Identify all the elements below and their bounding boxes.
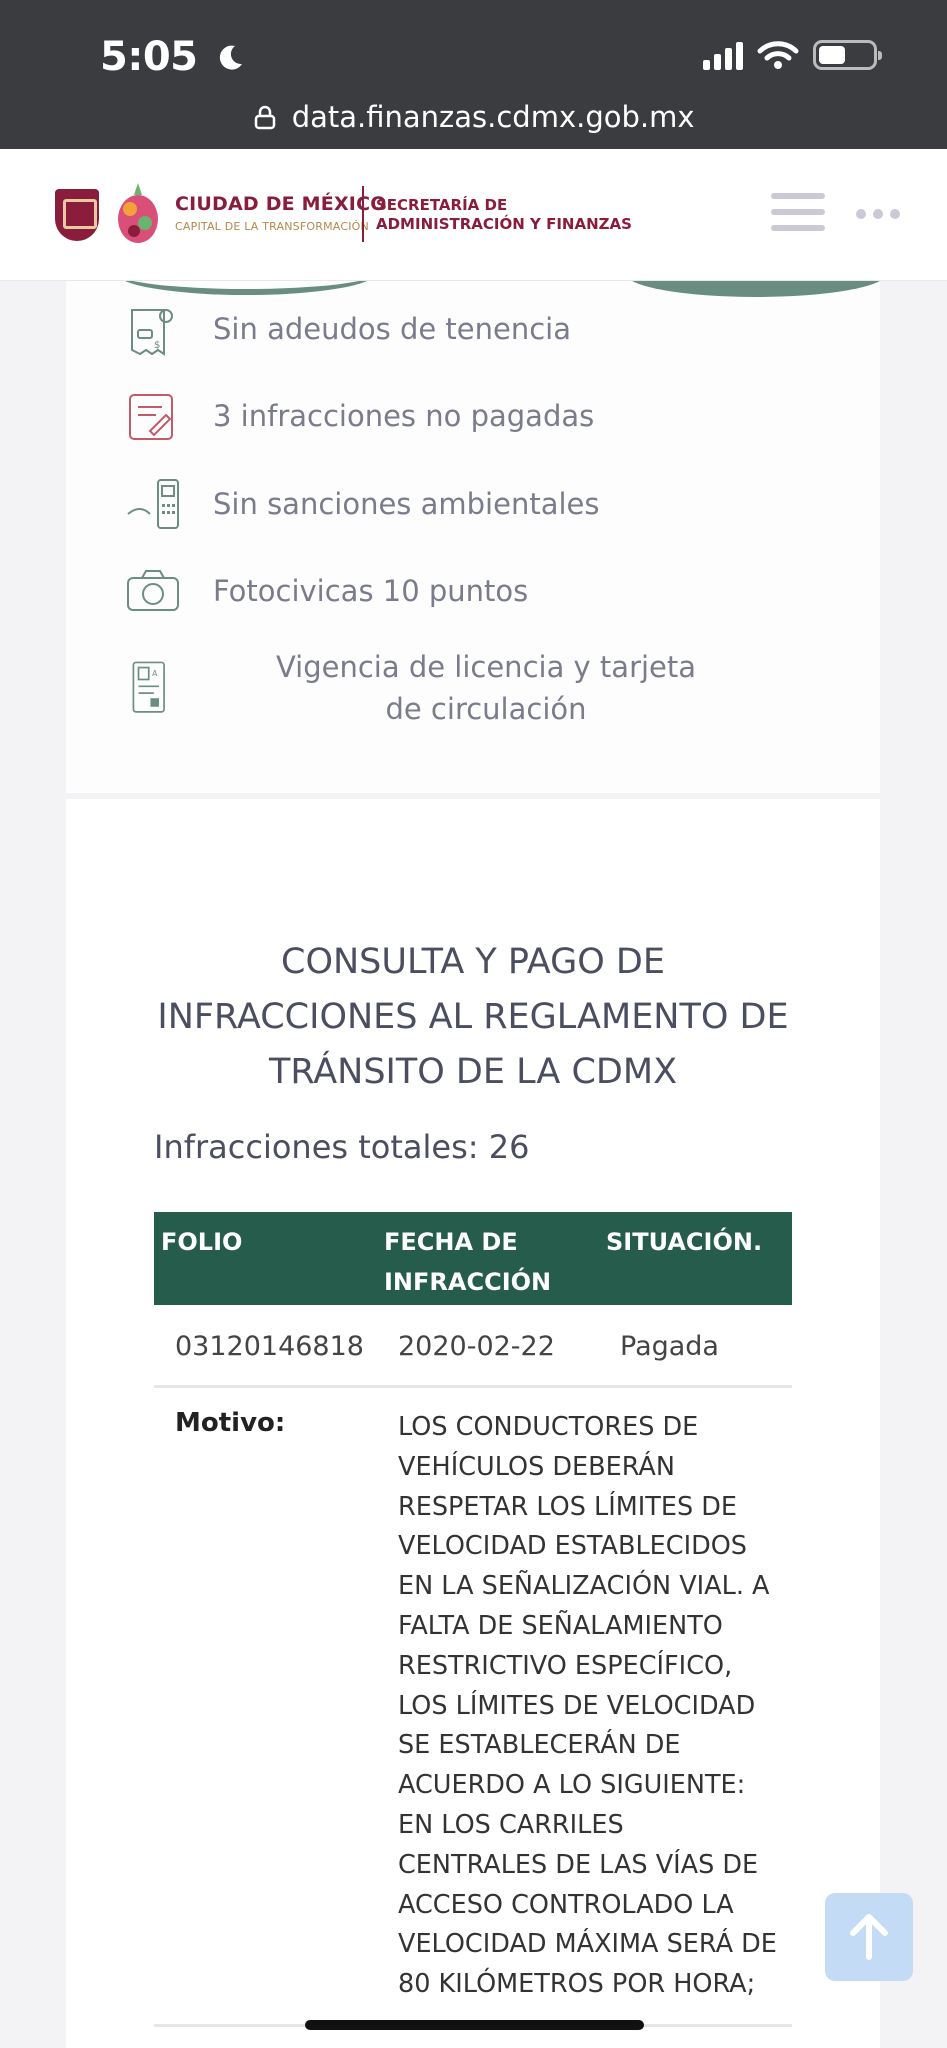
status-time: 5:05 bbox=[100, 34, 245, 80]
header-fecha-line-2: INFRACCIÓN bbox=[384, 1268, 552, 1296]
arrow-up-icon bbox=[850, 1914, 888, 1960]
wifi-icon bbox=[757, 41, 799, 69]
cell-folio: 03120146818 bbox=[175, 1331, 364, 1362]
time-text: 5:05 bbox=[100, 34, 198, 80]
cdmx-flower-logo-icon[interactable] bbox=[112, 179, 164, 249]
table-row[interactable]: 03120146818 2020-02-22 Pagada bbox=[154, 1305, 792, 1388]
lock-icon bbox=[255, 105, 276, 130]
feature-label: 3 infracciones no pagadas bbox=[213, 399, 595, 433]
camera-icon bbox=[127, 570, 179, 611]
cell-fecha: 2020-02-22 bbox=[398, 1331, 555, 1362]
signal-icon bbox=[703, 40, 743, 70]
motivo-label: Motivo: bbox=[175, 1408, 286, 1438]
hamburger-menu-icon[interactable] bbox=[771, 193, 825, 241]
home-indicator[interactable] bbox=[305, 2020, 644, 2030]
logo-divider-line bbox=[362, 186, 364, 242]
vehicle-summary-card: $ Sin adeudos de tenencia 3 infracciones… bbox=[66, 251, 886, 793]
battery-icon bbox=[813, 40, 882, 70]
header-folio: FOLIO bbox=[161, 1228, 243, 1256]
scroll-to-top-button[interactable] bbox=[825, 1893, 913, 1981]
feature-label: Sin sanciones ambientales bbox=[213, 487, 600, 521]
receipt-car-icon: $ bbox=[131, 309, 173, 356]
secretaria-logo[interactable]: SECRETARÍA DE ADMINISTRACIÓN Y FINANZAS bbox=[376, 196, 632, 234]
license-card-icon: A bbox=[132, 661, 165, 713]
url-text: data.finanzas.cdmx.gob.mx bbox=[291, 100, 695, 134]
header-fecha-line-1: FECHA DE bbox=[384, 1228, 518, 1256]
moon-icon bbox=[219, 45, 242, 70]
secretaria-line-1: SECRETARÍA DE bbox=[376, 196, 508, 214]
status-icons bbox=[703, 40, 882, 70]
section-title: CONSULTA Y PAGO DE INFRACCIONES AL REGLA… bbox=[157, 942, 789, 1092]
feature-label: Sin adeudos de tenencia bbox=[213, 312, 571, 346]
logo-title[interactable]: CIUDAD DE MÉXICO bbox=[175, 193, 387, 215]
motivo-text: LOS CONDUCTORES DE VEHÍCULOS DEBERÁN RES… bbox=[398, 1412, 777, 2000]
header-fecha: FECHA DE INFRACCIÓN bbox=[384, 1222, 551, 1302]
header-situacion: SITUACIÓN. bbox=[606, 1228, 763, 1256]
table-header: FOLIO FECHA DE INFRACCIÓN SITUACIÓN. bbox=[154, 1212, 792, 1305]
secretaria-line-2: ADMINISTRACIÓN Y FINANZAS bbox=[376, 215, 632, 233]
cdmx-crest-icon[interactable] bbox=[55, 189, 99, 241]
logo-subtitle: CAPITAL DE LA TRANSFORMACIÓN bbox=[175, 220, 369, 233]
feature-label: Fotocivicas 10 puntos bbox=[213, 574, 529, 608]
svg-text:$: $ bbox=[154, 340, 160, 351]
cell-situacion: Pagada bbox=[620, 1331, 719, 1362]
svg-text:A: A bbox=[152, 669, 158, 678]
feature-label: Vigencia de licencia y tarjeta de circul… bbox=[275, 650, 697, 726]
status-bar: 5:05 data.finanzas.cdmx.gob.mx bbox=[0, 0, 947, 149]
terminal-icon bbox=[127, 479, 179, 529]
more-options-icon[interactable] bbox=[856, 209, 900, 219]
ticket-pen-icon bbox=[129, 394, 173, 440]
total-infractions: Infracciones totales: 26 bbox=[154, 1128, 530, 1166]
url-bar[interactable]: data.finanzas.cdmx.gob.mx bbox=[0, 100, 947, 134]
